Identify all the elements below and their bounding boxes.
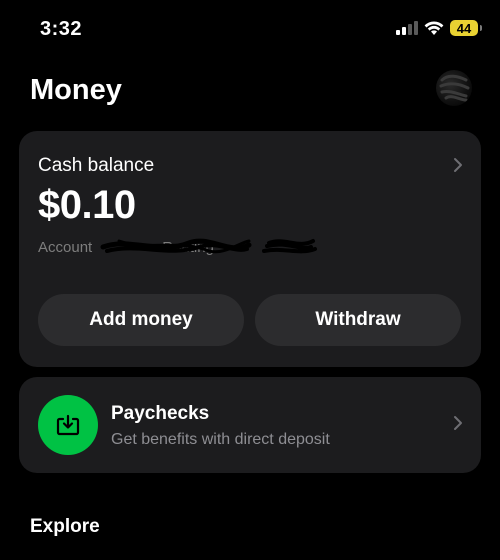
signal-icon bbox=[396, 21, 418, 35]
status-time: 3:32 bbox=[40, 18, 83, 40]
paychecks-card[interactable]: Paychecks Get benefits with direct depos… bbox=[19, 377, 481, 473]
status-icons: 44 bbox=[396, 20, 482, 36]
cash-balance-label: Cash balance bbox=[38, 155, 155, 176]
battery-icon: 44 bbox=[450, 20, 482, 36]
explore-heading: Explore bbox=[30, 516, 100, 537]
withdraw-button[interactable]: Withdraw bbox=[255, 294, 461, 346]
battery-tip bbox=[480, 25, 482, 31]
paychecks-title: Paychecks bbox=[111, 403, 210, 424]
wifi-icon bbox=[424, 20, 444, 35]
page-title: Money bbox=[30, 74, 122, 106]
paycheck-icon-badge bbox=[38, 395, 98, 455]
chevron-right-icon bbox=[454, 416, 462, 430]
account-label: Account bbox=[38, 239, 93, 256]
status-bar: 3:32 44 bbox=[0, 0, 500, 62]
add-money-button[interactable]: Add money bbox=[38, 294, 244, 346]
paychecks-subtitle: Get benefits with direct deposit bbox=[111, 431, 330, 448]
chevron-right-icon bbox=[454, 158, 462, 172]
account-number-redaction bbox=[100, 238, 317, 254]
paycheck-deposit-icon bbox=[56, 414, 80, 436]
cash-balance-amount: $0.10 bbox=[38, 183, 136, 227]
avatar[interactable] bbox=[436, 70, 472, 106]
cash-balance-card[interactable]: Cash balance $0.10 Account Routing Add mo… bbox=[19, 131, 481, 367]
battery-level: 44 bbox=[456, 20, 472, 36]
avatar-redaction bbox=[439, 74, 470, 102]
